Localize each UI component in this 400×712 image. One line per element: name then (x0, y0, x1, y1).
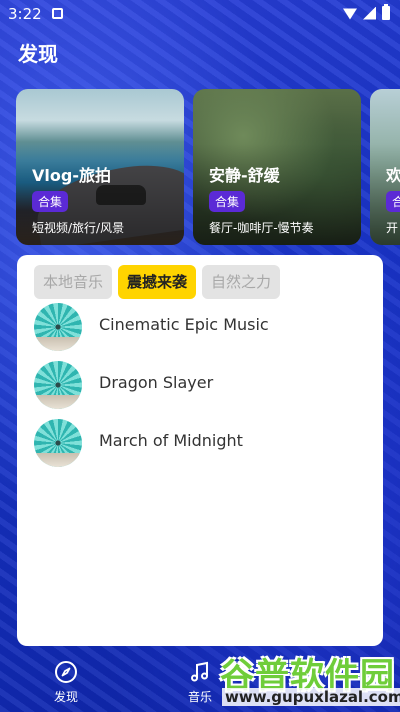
track-title: Dragon Slayer (99, 373, 214, 392)
watermark: 谷普软件园 www.gupuxlazal.com (218, 648, 400, 712)
music-note-icon (191, 661, 208, 682)
track-item[interactable]: Cinematic Epic Music (34, 303, 374, 351)
card-subtitle: 餐厅-咖啡厅-慢节奏 (209, 221, 314, 235)
album-cover (34, 303, 82, 351)
tab-epic[interactable]: 震撼来袭 (118, 265, 197, 299)
tab-local-music[interactable]: 本地音乐 (34, 265, 113, 299)
tab-nature[interactable]: 自然之力 (202, 265, 281, 299)
track-item[interactable]: March of Midnight (34, 419, 374, 467)
notification-icon (52, 8, 63, 19)
album-cover (34, 361, 82, 409)
watermark-url: www.gupuxlazal.com (222, 688, 400, 706)
status-bar: 3:22 (0, 0, 400, 28)
nav-discover[interactable]: 发现 (36, 660, 96, 710)
music-panel: 本地音乐 震撼来袭 自然之力 Cinematic Epic Music Drag… (17, 255, 383, 646)
card-subtitle: 开 (386, 221, 399, 235)
card-title: 安静-舒缓 (209, 166, 280, 185)
card-title: Vlog-旅拍 (32, 166, 111, 185)
album-cover (34, 419, 82, 467)
playlist-card[interactable]: 欢 合 开 (370, 89, 400, 245)
playlist-carousel[interactable]: Vlog-旅拍 合集 短视频/旅行/风景 安静-舒缓 合集 餐厅-咖啡厅-慢节奏… (16, 89, 400, 246)
card-subtitle: 短视频/旅行/风景 (32, 221, 125, 235)
category-tabs: 本地音乐 震撼来袭 自然之力 (34, 265, 281, 299)
track-title: March of Midnight (99, 431, 243, 450)
battery-icon (382, 4, 390, 20)
playlist-card[interactable]: Vlog-旅拍 合集 短视频/旅行/风景 (16, 89, 184, 245)
card-tag: 合集 (209, 191, 246, 212)
signal-icon (363, 6, 376, 20)
wifi-icon (343, 8, 357, 20)
card-title: 欢 (386, 166, 400, 185)
status-icons (343, 4, 390, 20)
track-item[interactable]: Dragon Slayer (34, 361, 374, 409)
status-time: 3:22 (8, 5, 42, 23)
track-title: Cinematic Epic Music (99, 315, 269, 334)
card-tag: 合 (386, 191, 400, 212)
playlist-card[interactable]: 安静-舒缓 合集 餐厅-咖啡厅-慢节奏 (193, 89, 361, 245)
nav-label: 发现 (53, 690, 78, 704)
compass-icon (55, 661, 77, 683)
page-title: 发现 (18, 42, 58, 66)
card-tag: 合集 (32, 191, 69, 212)
